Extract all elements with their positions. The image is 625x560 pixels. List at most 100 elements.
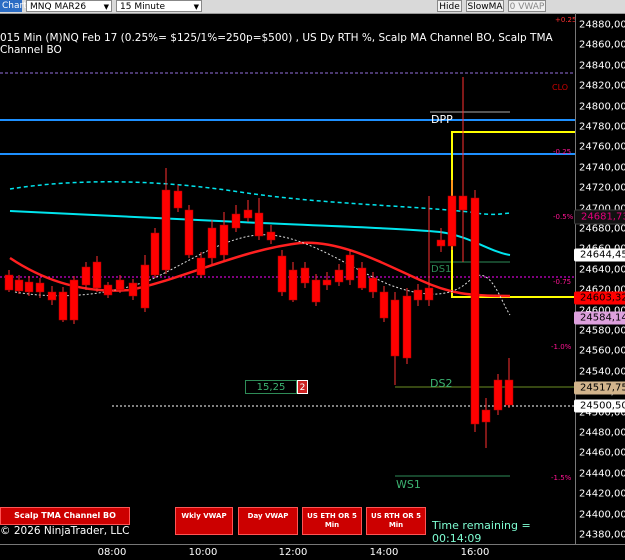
time-tick: 08:00 (97, 547, 127, 558)
candle-body (161, 189, 171, 271)
chart-title: 015 Min (M)NQ Feb 17 (0.25%= $125/1%=250… (0, 32, 553, 56)
chart-toolbar: Chart MNQ MAR26 ▼ 15 Minute ▼ Hide SlowM… (0, 0, 625, 14)
candle-body (196, 257, 206, 276)
candle-body (357, 267, 367, 289)
candle-body (493, 379, 503, 411)
candle-body (243, 209, 253, 219)
candle-body (334, 269, 344, 283)
time-tick: 12:00 (278, 547, 308, 558)
vwap-button[interactable]: 0 VWAP (508, 0, 546, 12)
candle-body (58, 291, 68, 321)
price-tick: 24560,00 (579, 345, 625, 357)
price-tick: 24420,00 (579, 488, 625, 500)
candle-body (231, 213, 241, 229)
candle-body (219, 224, 229, 256)
candle-body (504, 379, 514, 406)
candle-body (24, 281, 34, 293)
candle-body (311, 279, 321, 303)
candle-body (277, 255, 287, 293)
candle-body (47, 291, 57, 301)
price-tick: 24880,00 (579, 19, 625, 31)
price-tag-plum: 24584,14 (574, 311, 625, 325)
clo-label: CLO (552, 83, 569, 92)
hide-button[interactable]: Hide (437, 0, 462, 12)
candle-body (173, 190, 183, 209)
pct-label-minus-075: -0.75 (553, 278, 572, 286)
price-tag-red-ma: 24603,32 (574, 291, 625, 305)
price-tick: 24380,00 (579, 529, 625, 541)
wkly-vwap-button[interactable]: Wkly VWAP (175, 507, 233, 535)
instrument-label: MNQ MAR26 (30, 2, 87, 12)
pct-label-minus-025: -0.25 (553, 148, 572, 156)
ds2-label: DS2 (430, 377, 453, 390)
candle-body (4, 274, 14, 291)
time-tick: 14:00 (369, 547, 399, 558)
pct-label-minus-10: -1.0% (551, 343, 572, 351)
us-rth-or-button[interactable]: US RTH OR 5 Min (366, 507, 426, 535)
instrument-selector[interactable]: MNQ MAR26 ▼ (26, 0, 112, 12)
slowma-button[interactable]: SlowMA (466, 0, 504, 12)
position-count-box[interactable]: 2 (297, 380, 308, 394)
time-tick: 16:00 (460, 547, 490, 558)
candle-body (470, 197, 480, 425)
price-tick: 24780,00 (579, 121, 625, 133)
price-tag-last: 24500,50 (574, 399, 625, 413)
interval-selector[interactable]: 15 Minute ▼ (116, 0, 202, 12)
candle-body (424, 287, 434, 301)
price-tick: 24460,00 (579, 447, 625, 459)
candle-body (481, 409, 491, 423)
candle-body (368, 277, 378, 293)
candle-body (436, 239, 446, 247)
candle-body (103, 284, 113, 296)
chevron-down-icon: ▼ (193, 3, 199, 11)
price-tick: 24540,00 (579, 366, 625, 378)
candle-body (184, 209, 194, 256)
day-vwap-button[interactable]: Day VWAP (238, 507, 298, 535)
candle-body (92, 261, 102, 289)
candle-body (288, 269, 298, 301)
candle-body (458, 195, 468, 211)
chart-tab[interactable]: Chart (0, 0, 27, 12)
interval-label: 15 Minute (120, 2, 166, 12)
candle-body (140, 264, 150, 309)
price-tag-white: 24644,45 (574, 248, 625, 262)
price-tag-slow-ma: 24681,73 (574, 209, 625, 225)
price-tick: 24480,00 (579, 427, 625, 439)
candle-body (402, 295, 412, 359)
candle-body (35, 282, 45, 293)
chart-plot-area[interactable]: 015 Min (M)NQ Feb 17 (0.25%= $125/1%=250… (0, 13, 577, 545)
candle-body (413, 289, 423, 301)
candle-body (207, 227, 217, 259)
candle-body (14, 279, 24, 292)
price-tick: 24640,00 (579, 264, 625, 276)
price-tick: 24800,00 (579, 101, 625, 113)
position-quantity-box[interactable]: 15,25 (245, 380, 297, 394)
scalp-tma-channel-bo-button[interactable]: Scalp TMA Channel BO (0, 507, 130, 525)
pct-label-plus-025: +0.25 (555, 16, 577, 24)
candle-body (300, 267, 310, 284)
candle-body (115, 279, 125, 291)
price-tick: 24740,00 (579, 162, 625, 174)
ws1-label: WS1 (396, 478, 421, 491)
price-tick: 24680,00 (579, 223, 625, 235)
price-tick: 24720,00 (579, 182, 625, 194)
chart-canvas (0, 72, 575, 477)
candle-body (345, 254, 355, 281)
ds1-label: DS1 (431, 264, 452, 275)
candle-body (128, 282, 138, 297)
candle-body (447, 195, 457, 247)
candle-body (150, 232, 160, 276)
cyan-dashed-ma (9, 181, 511, 216)
candle-body (266, 231, 276, 241)
time-remaining-label: Time remaining = 00:14:09 (432, 519, 531, 545)
time-axis[interactable]: 08:00 10:00 12:00 14:00 16:00 (0, 544, 625, 560)
price-tick: 24840,00 (579, 60, 625, 72)
price-tick: 24860,00 (579, 39, 625, 51)
price-tick: 24760,00 (579, 141, 625, 153)
candle-body (379, 291, 389, 319)
copyright-label: © 2026 NinjaTrader, LLC (0, 525, 130, 537)
candle-body (390, 299, 400, 357)
dpp-label: DPP (431, 113, 453, 126)
us-eth-or-button[interactable]: US ETH OR 5 Min (302, 507, 362, 535)
price-axis[interactable]: 24880,00 24860,00 24840,00 24820,00 24800,00… (574, 13, 625, 544)
